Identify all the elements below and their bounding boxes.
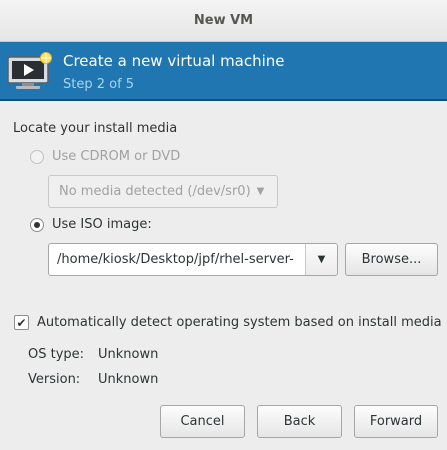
browse-button-label: Browse...	[361, 252, 422, 267]
banner-step: Step 2 of 5	[63, 77, 135, 92]
iso-path-combo[interactable]: /home/kiosk/Desktop/jpf/rhel-server- ▼	[48, 243, 338, 276]
back-button-label: Back	[283, 414, 316, 429]
cdrom-media-value: No media detected (/dev/sr0)	[59, 184, 251, 199]
auto-detect-label: Automatically detect operating system ba…	[37, 315, 442, 330]
os-type-value: Unknown	[98, 347, 159, 362]
forward-button[interactable]: Forward	[354, 405, 438, 438]
cancel-button[interactable]: Cancel	[160, 405, 245, 438]
os-type-label: OS type:	[28, 347, 85, 362]
window-title: New VM	[193, 13, 254, 28]
cdrom-radio-label: Use CDROM or DVD	[52, 149, 181, 164]
back-button[interactable]: Back	[257, 405, 342, 438]
checkmark-icon: ✔	[16, 315, 27, 330]
chevron-down-icon: ▼	[317, 254, 326, 265]
wizard-banner: Create a new virtual machine Step 2 of 5	[0, 42, 447, 101]
browse-button[interactable]: Browse...	[345, 243, 438, 276]
monitor-play-icon	[7, 52, 52, 89]
chevron-down-icon: ▼	[256, 186, 265, 197]
iso-radio-row: Use ISO image:	[30, 217, 152, 232]
cdrom-radio-row: Use CDROM or DVD	[30, 149, 180, 164]
window-titlebar[interactable]: New VM	[0, 0, 447, 42]
cancel-button-label: Cancel	[180, 414, 225, 429]
iso-radio-label: Use ISO image:	[52, 217, 152, 232]
iso-path-input[interactable]: /home/kiosk/Desktop/jpf/rhel-server-	[49, 244, 305, 275]
version-label: Version:	[28, 372, 81, 387]
version-value: Unknown	[98, 372, 159, 387]
install-media-label: Locate your install media	[13, 121, 178, 136]
cdrom-media-combo[interactable]: No media detected (/dev/sr0) ▼	[48, 175, 278, 208]
cdrom-radio[interactable]	[30, 149, 44, 164]
forward-button-label: Forward	[369, 414, 423, 429]
banner-title: Create a new virtual machine	[63, 52, 285, 70]
iso-radio[interactable]	[30, 217, 44, 232]
iso-dropdown-button[interactable]: ▼	[305, 244, 337, 275]
auto-detect-checkbox[interactable]: ✔	[14, 315, 29, 330]
auto-detect-row: ✔ Automatically detect operating system …	[14, 315, 442, 330]
